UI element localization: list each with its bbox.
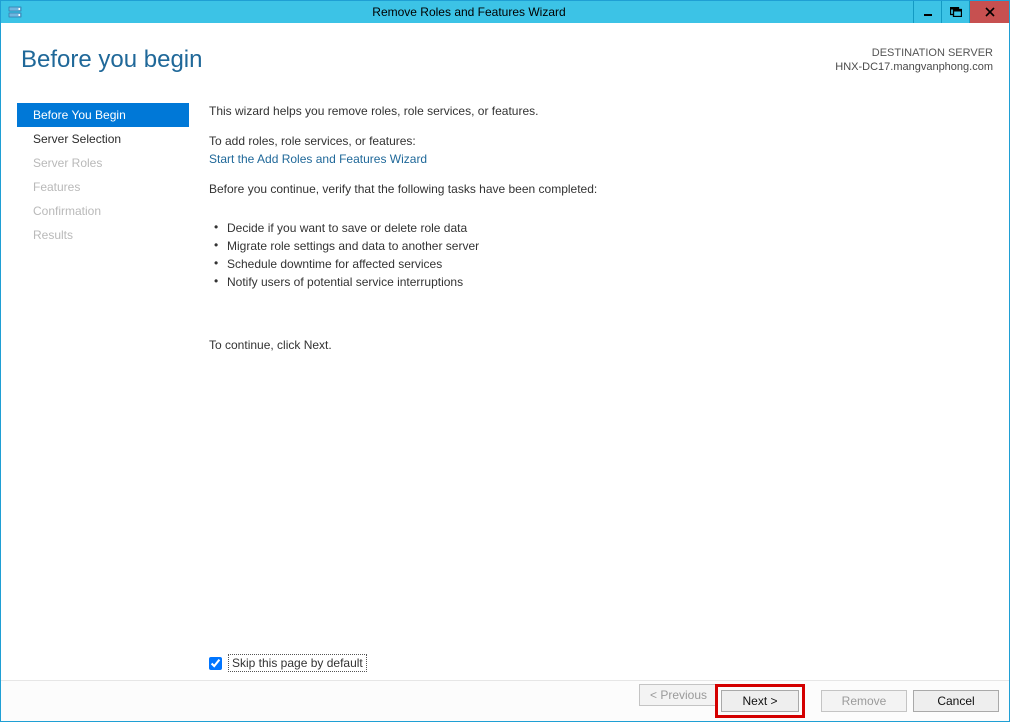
nav-button-group: < Previous Next > — [639, 684, 805, 718]
maximize-button[interactable] — [941, 1, 969, 23]
add-roles-link[interactable]: Start the Add Roles and Features Wizard — [209, 152, 427, 166]
nav-server-selection[interactable]: Server Selection — [17, 127, 189, 151]
nav-results: Results — [17, 223, 189, 247]
remove-button: Remove — [821, 690, 907, 712]
server-manager-icon — [1, 1, 25, 23]
destination-server-value: HNX-DC17.mangvanphong.com — [835, 60, 993, 74]
wizard-nav: Before You Begin Server Selection Server… — [1, 103, 189, 680]
continue-text: To continue, click Next. — [209, 337, 991, 353]
destination-server-label: DESTINATION SERVER — [835, 46, 993, 60]
body: Before You Begin Server Selection Server… — [1, 89, 1009, 680]
previous-button: < Previous — [639, 684, 717, 706]
window-controls — [913, 1, 1009, 23]
titlebar: Remove Roles and Features Wizard — [1, 1, 1009, 23]
window-title: Remove Roles and Features Wizard — [25, 1, 913, 23]
page-title: Before you begin — [21, 46, 202, 74]
header: Before you begin DESTINATION SERVER HNX-… — [1, 23, 1009, 89]
task-list: Decide if you want to save or delete rol… — [209, 219, 991, 291]
skip-page-checkbox[interactable] — [209, 657, 222, 670]
intro-text-3: Before you continue, verify that the fol… — [209, 181, 991, 197]
intro-text-1: This wizard helps you remove roles, role… — [209, 103, 991, 119]
wizard-window: Remove Roles and Features Wizard — [0, 0, 1010, 722]
task-item: Decide if you want to save or delete rol… — [217, 219, 991, 237]
close-button[interactable] — [969, 1, 1009, 23]
content: This wizard helps you remove roles, role… — [189, 103, 1009, 680]
next-button-highlight: Next > — [715, 684, 805, 718]
nav-server-roles: Server Roles — [17, 151, 189, 175]
cancel-button[interactable]: Cancel — [913, 690, 999, 712]
destination-server-block: DESTINATION SERVER HNX-DC17.mangvanphong… — [835, 46, 993, 74]
nav-features: Features — [17, 175, 189, 199]
nav-confirmation: Confirmation — [17, 199, 189, 223]
intro-text-2: To add roles, role services, or features… — [209, 133, 991, 149]
skip-page-label[interactable]: Skip this page by default — [228, 654, 367, 672]
task-item: Schedule downtime for affected services — [217, 255, 991, 273]
nav-before-you-begin[interactable]: Before You Begin — [17, 103, 189, 127]
task-item: Migrate role settings and data to anothe… — [217, 237, 991, 255]
footer: < Previous Next > Remove Cancel — [1, 680, 1009, 721]
next-button[interactable]: Next > — [721, 690, 799, 712]
minimize-button[interactable] — [913, 1, 941, 23]
task-item: Notify users of potential service interr… — [217, 273, 991, 291]
skip-page-row: Skip this page by default — [209, 654, 991, 672]
content-spacer — [209, 367, 991, 654]
